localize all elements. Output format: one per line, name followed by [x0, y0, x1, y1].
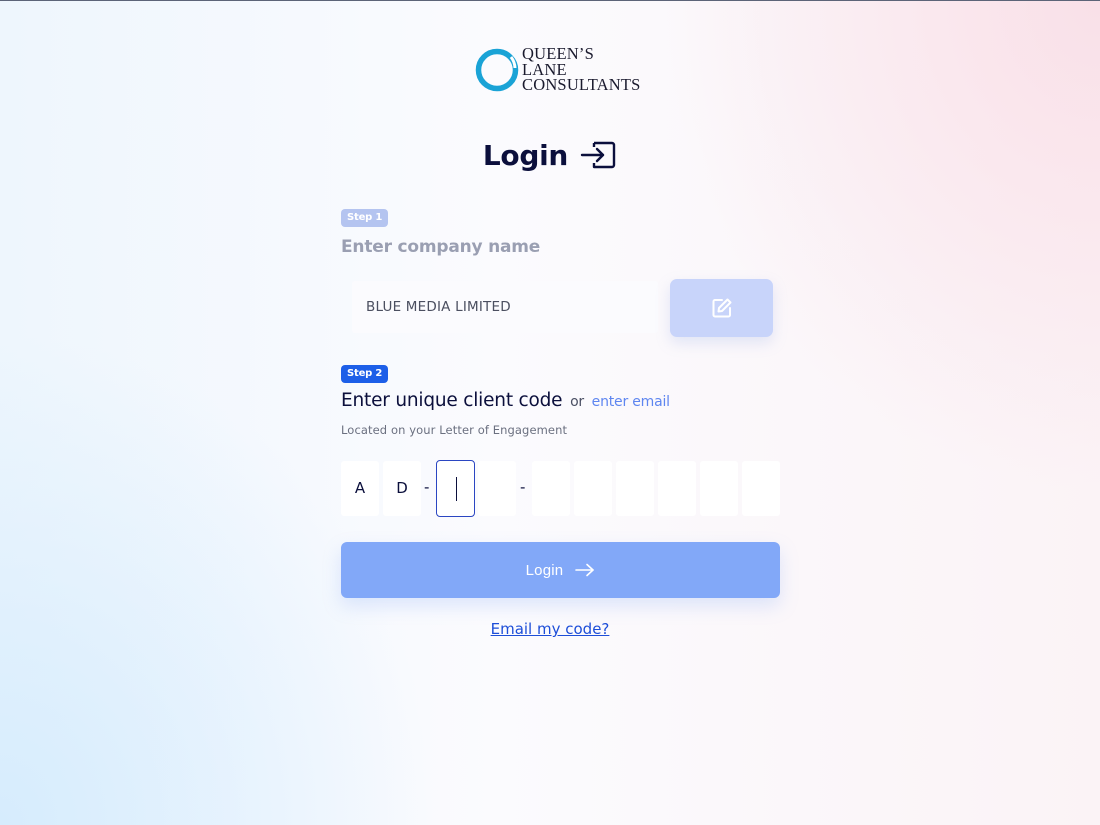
edit-company-button[interactable] [670, 279, 773, 337]
code-box-4[interactable] [478, 461, 516, 516]
page-title-row: Login [0, 138, 1100, 172]
code-box-5[interactable] [532, 461, 570, 516]
email-my-code-link: Email my code? [0, 620, 1100, 638]
code-box-6[interactable] [574, 461, 612, 516]
step-2-badge: Step 2 [341, 365, 389, 383]
logo-wordmark: QUEEN’S LANE CONSULTANTS [522, 46, 641, 93]
client-code-heading-row: Enter unique client code or enter email [341, 390, 670, 411]
code-separator-1: - [424, 478, 430, 496]
arrow-right-icon [575, 563, 595, 577]
code-box-1[interactable]: A [341, 461, 379, 516]
code-box-10[interactable] [742, 461, 780, 516]
email-my-code-link-text[interactable]: Email my code? [491, 620, 610, 638]
company-logo: QUEEN’S LANE CONSULTANTS [475, 46, 655, 96]
code-box-9[interactable] [700, 461, 738, 516]
login-enter-icon [580, 141, 616, 169]
enter-email-link[interactable]: enter email [592, 394, 670, 410]
client-code-hint: Located on your Letter of Engagement [341, 423, 568, 437]
code-box-3[interactable] [436, 460, 475, 517]
login-button[interactable]: Login [341, 542, 780, 598]
logo-line-3: CONSULTANTS [522, 75, 641, 94]
code-box-2[interactable]: D [383, 461, 421, 516]
company-name-heading: Enter company name [341, 237, 541, 257]
code-box-8[interactable] [658, 461, 696, 516]
logo-ring-icon [475, 48, 519, 92]
login-button-label: Login [525, 561, 564, 579]
client-code-heading: Enter unique client code [341, 390, 563, 411]
company-name-field[interactable] [352, 281, 658, 333]
code-box-7[interactable] [616, 461, 654, 516]
step-1-badge: Step 1 [341, 209, 389, 227]
page-title: Login [482, 138, 569, 172]
text-caret [456, 477, 457, 501]
edit-icon [712, 298, 731, 318]
code-separator-2: - [520, 478, 526, 496]
window-top-border [0, 0, 1100, 1]
or-text: or [570, 394, 584, 410]
